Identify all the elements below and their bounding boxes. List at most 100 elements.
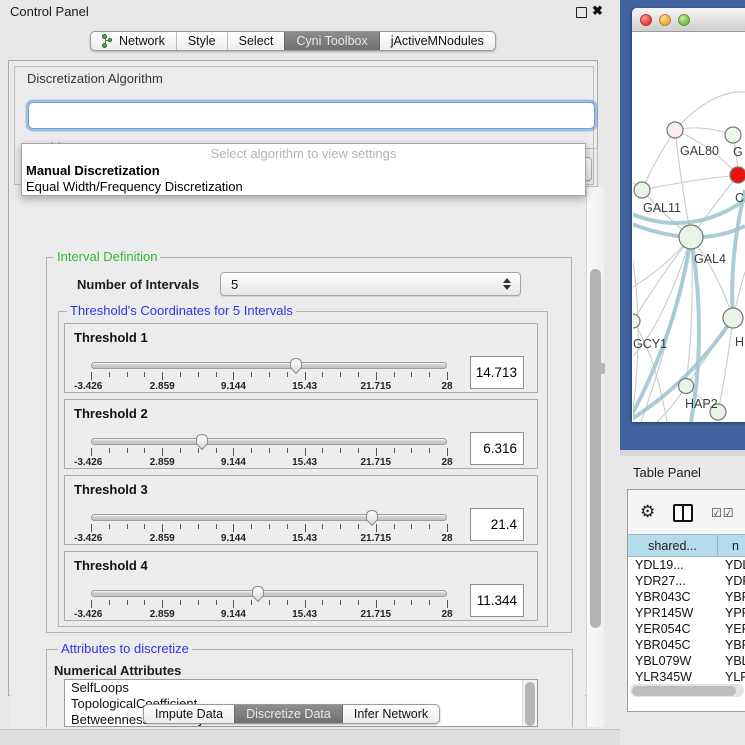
- tick-label: 15.43: [292, 533, 317, 544]
- minimize-traffic-light[interactable]: [659, 14, 671, 26]
- tab-cyni-toolbox[interactable]: Cyni Toolbox: [284, 32, 378, 50]
- tab-impute-data[interactable]: Impute Data: [144, 705, 234, 723]
- table-row[interactable]: YER054CYER0: [628, 621, 745, 637]
- threshold-slider-track[interactable]: [91, 590, 447, 597]
- tick-mark: [447, 524, 448, 532]
- threshold-value-field[interactable]: 21.4: [470, 508, 524, 541]
- tick-mark: [91, 448, 92, 456]
- tick-mark: [251, 600, 252, 605]
- control-panel-titlebar: Control Panel ✖: [0, 0, 620, 24]
- network-node-gal11[interactable]: [634, 182, 650, 198]
- tick-mark: [447, 448, 448, 456]
- threshold-value-field[interactable]: 14.713: [470, 356, 524, 389]
- tab-infer-network[interactable]: Infer Network: [342, 705, 439, 723]
- tick-mark: [358, 524, 359, 529]
- vertical-scrollbar[interactable]: [586, 187, 604, 727]
- tick-mark: [429, 448, 430, 453]
- threshold-slider-track[interactable]: [91, 514, 447, 521]
- tab-select[interactable]: Select: [227, 32, 285, 50]
- column-header-shared-name[interactable]: shared...: [628, 535, 718, 556]
- tick-mark: [109, 524, 110, 529]
- tick-mark: [162, 524, 163, 532]
- network-node-hap2[interactable]: [679, 379, 694, 394]
- node-label-gal80: GAL80: [680, 144, 719, 158]
- threshold-value-field[interactable]: 11.344: [470, 584, 524, 617]
- tick-label: 28: [441, 533, 452, 544]
- tick-label: -3.426: [74, 381, 102, 392]
- column-header-name[interactable]: n: [718, 535, 745, 556]
- threshold-label: Threshold 4: [74, 558, 148, 573]
- threshold-value-field[interactable]: 6.316: [470, 432, 524, 465]
- table-header-row: shared... n: [628, 534, 745, 557]
- tick-mark: [429, 524, 430, 529]
- table-row[interactable]: YPR145WYPR1: [628, 605, 745, 621]
- table-row[interactable]: YBR045CYBR0: [628, 637, 745, 653]
- popup-item-placeholder[interactable]: Select algorithm to view settings: [22, 146, 585, 162]
- network-node-g[interactable]: [725, 127, 741, 143]
- tick-label: 2.859: [150, 381, 175, 392]
- network-node-h[interactable]: [723, 308, 743, 328]
- algorithm-combobox[interactable]: [28, 102, 595, 129]
- node-label-c: C: [735, 191, 744, 205]
- table-row[interactable]: YLR345WYLR3: [628, 669, 745, 683]
- tick-label: 9.144: [221, 609, 246, 620]
- table-row[interactable]: YBL079WYBL0: [628, 653, 745, 669]
- threshold-box: Threshold 4-3.4262.8599.14415.4321.71528…: [64, 551, 538, 621]
- tick-mark: [305, 372, 306, 380]
- zoom-traffic-light[interactable]: [678, 14, 690, 26]
- horizontal-scrollbar[interactable]: [630, 684, 744, 697]
- tick-mark: [144, 600, 145, 605]
- network-canvas[interactable]: GAL80GCGAL11GAL4GCY1HHAP2: [633, 32, 745, 422]
- tick-label: 28: [441, 609, 452, 620]
- list-item[interactable]: SelfLoops: [65, 680, 537, 696]
- tick-mark: [429, 372, 430, 377]
- network-node-gcy1[interactable]: [633, 314, 640, 328]
- network-window-frame: GAL80GCGAL11GAL4GCY1HHAP2: [620, 0, 745, 450]
- network-node-gal80[interactable]: [667, 122, 683, 138]
- cell-name: YLR3: [718, 669, 745, 683]
- close-icon[interactable]: ✖: [592, 3, 603, 19]
- float-window-icon[interactable]: [576, 7, 587, 18]
- node-label-gcy1: GCY1: [633, 337, 667, 351]
- popup-item-selected[interactable]: Manual Discretization: [22, 163, 585, 179]
- tick-mark: [394, 524, 395, 529]
- network-node-red[interactable]: [730, 167, 745, 183]
- node-label-gal4: GAL4: [694, 252, 726, 266]
- tick-mark: [109, 448, 110, 453]
- tick-mark: [287, 448, 288, 453]
- splitter-handle[interactable]: [600, 363, 605, 374]
- number-of-intervals-combobox[interactable]: 5: [220, 272, 521, 296]
- tick-label: 9.144: [221, 533, 246, 544]
- network-graph: GAL80GCGAL11GAL4GCY1HHAP2: [633, 32, 745, 422]
- tab-jactivemnodules[interactable]: jActiveMNodules: [379, 32, 495, 50]
- algorithm-group-title: Discretization Algorithm: [24, 72, 166, 85]
- tick-label: 21.715: [361, 381, 392, 392]
- table-row[interactable]: YDR27...YDR2: [628, 573, 745, 589]
- columns-icon[interactable]: [673, 504, 693, 522]
- bottom-tab-bar: Impute DataDiscretize DataInfer Network: [143, 704, 440, 724]
- tab-style[interactable]: Style: [176, 32, 227, 50]
- cell-shared-name: YBL079W: [628, 653, 718, 669]
- tab-network[interactable]: Network: [91, 32, 176, 50]
- tab-label: jActiveMNodules: [391, 34, 484, 48]
- close-traffic-light[interactable]: [640, 14, 652, 26]
- tick-mark: [287, 372, 288, 377]
- checkbox-icons[interactable]: ☑☑: [711, 506, 735, 520]
- table-row[interactable]: YDL19...YDL1: [628, 557, 745, 573]
- threshold-slider-track[interactable]: [91, 438, 447, 445]
- cell-shared-name: YBR043C: [628, 589, 718, 605]
- network-node-gal4[interactable]: [679, 225, 703, 249]
- threshold-slider-track[interactable]: [91, 362, 447, 369]
- table-row[interactable]: YBR043CYBR0: [628, 589, 745, 605]
- number-of-intervals-label: Number of Intervals: [77, 277, 199, 292]
- tick-mark: [198, 448, 199, 453]
- settings-scroll-viewport: Interval Definition Number of Intervals …: [10, 187, 585, 727]
- popup-item-normal[interactable]: Equal Width/Frequency Discretization: [22, 179, 585, 195]
- attributes-list-scrollbar[interactable]: [522, 680, 537, 727]
- tick-label: 9.144: [221, 457, 246, 468]
- tick-label: 21.715: [361, 457, 392, 468]
- tab-discretize-data[interactable]: Discretize Data: [234, 705, 342, 723]
- node-label-hap2: HAP2: [685, 397, 718, 411]
- gear-icon[interactable]: ⚙: [640, 502, 655, 522]
- tick-mark: [394, 448, 395, 453]
